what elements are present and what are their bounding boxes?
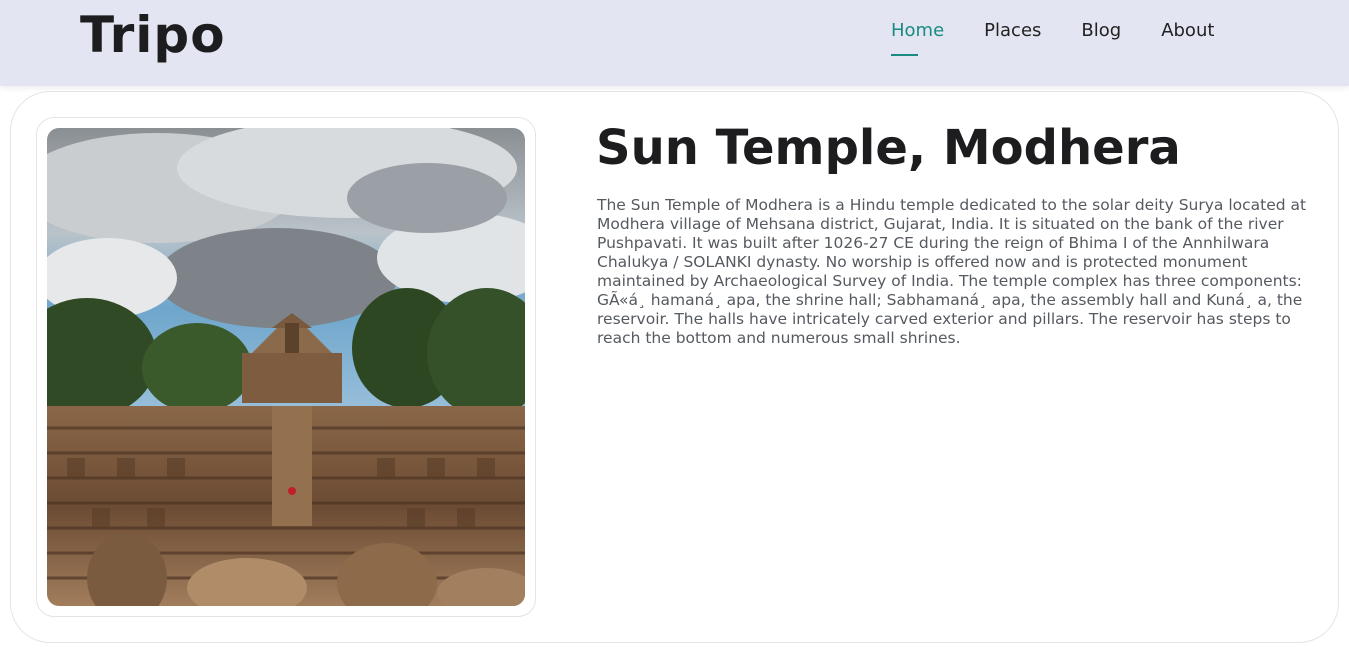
main-nav: Home Places Blog About [891,20,1254,57]
place-description: The Sun Temple of Modhera is a Hindu tem… [597,196,1307,347]
place-title: Sun Temple, Modhera [596,120,1181,176]
temple-photo [47,128,525,606]
nav-places[interactable]: Places [984,20,1041,57]
temple-photo-illustration [47,128,525,606]
nav-blog[interactable]: Blog [1081,20,1121,57]
nav-home[interactable]: Home [891,20,944,57]
navbar: Tripo Home Places Blog About [0,0,1349,86]
site-logo[interactable]: Tripo [80,6,226,64]
nav-about[interactable]: About [1161,20,1214,57]
